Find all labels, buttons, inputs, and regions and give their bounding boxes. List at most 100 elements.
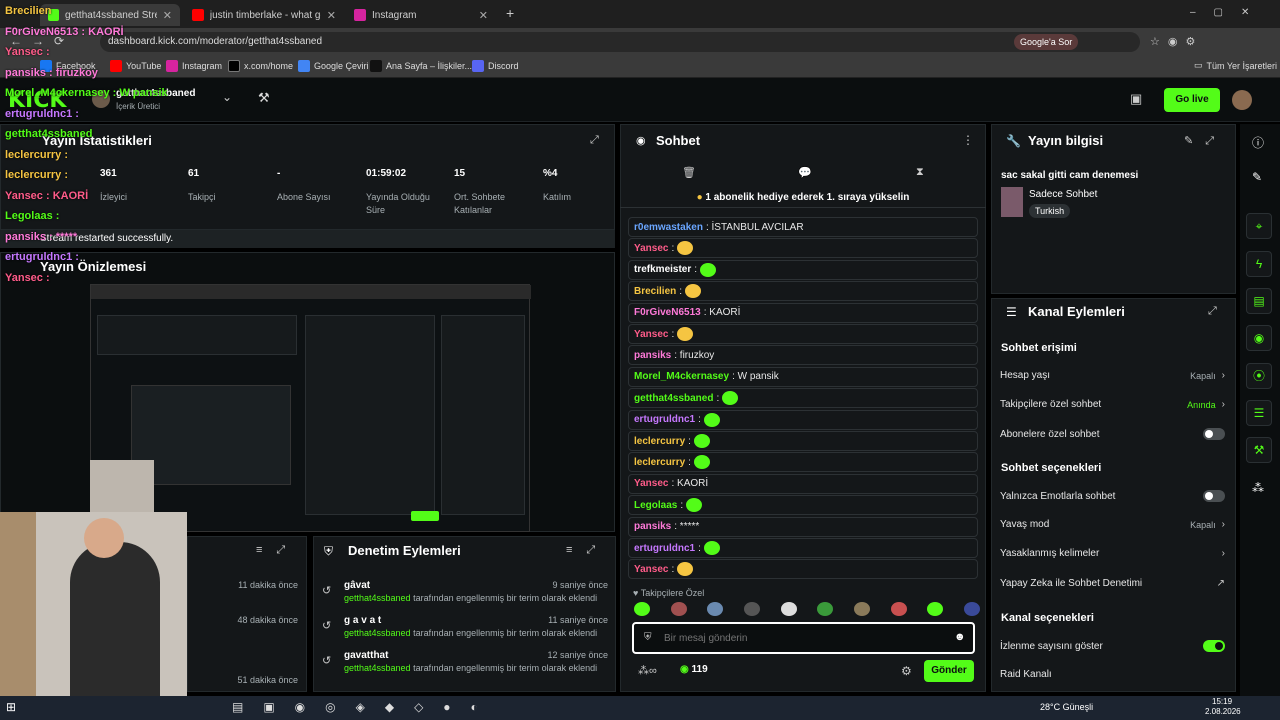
follower-chat-row[interactable]: Takipçilere özel sohbet Anında › (1000, 399, 1225, 410)
emote-icon[interactable] (707, 602, 724, 616)
bookmark-home[interactable]: Ana Sayfa – İlişkiler... (370, 60, 472, 72)
chat-message[interactable]: pansiks: ***** (628, 516, 978, 537)
settings-gear-icon[interactable]: ⚙ (901, 664, 912, 678)
chat-message[interactable]: Yansec: (628, 324, 978, 344)
undo-icon[interactable]: ↺ (322, 619, 331, 632)
tab-instagram[interactable]: Instagram ✕ (346, 4, 496, 26)
chat-username[interactable]: Yansec (634, 329, 668, 340)
chat-message[interactable]: ertugruldnc1: (628, 409, 978, 430)
doc-icon[interactable]: ▤ (1246, 288, 1272, 314)
raid-channel-row[interactable]: Raid Kanalı (1000, 669, 1225, 680)
bookmark-instagram[interactable]: Instagram (166, 60, 222, 72)
chat-username[interactable]: r0emwastaken (634, 222, 703, 233)
chat-message[interactable]: trefkmeister: (628, 259, 978, 280)
emote-only-toggle[interactable] (1203, 490, 1225, 502)
sidebar-tool-icon[interactable]: ⌖ (1246, 213, 1272, 239)
chevron-down-icon[interactable]: ⌄ (222, 90, 232, 104)
chat-username[interactable]: pansiks (634, 521, 671, 532)
chat-message[interactable]: Yansec: KAORİ (628, 473, 978, 494)
gift-promo-banner[interactable]: ● 1 abonelik hediye ederek 1. sıraya yük… (620, 188, 986, 208)
chat-message[interactable]: Yansec: (628, 559, 978, 580)
emote-icon[interactable] (963, 602, 980, 616)
bookmark-youtube[interactable]: YouTube (110, 60, 161, 72)
undo-icon[interactable]: ↺ (322, 584, 331, 597)
server-icon[interactable]: ☰ (1246, 400, 1272, 426)
chat-message[interactable]: leclercurry: (628, 452, 978, 473)
chat-message[interactable]: getthat4ssbaned: (628, 388, 978, 409)
hammer-icon[interactable]: ⚒ (258, 90, 270, 106)
sub-chat-toggle[interactable] (1203, 428, 1225, 440)
chat-username[interactable]: ertugruldnc1 (634, 414, 695, 425)
edit-icon[interactable]: ✎⤢ (1184, 134, 1226, 148)
info-icon[interactable]: ⓘ (1252, 134, 1264, 151)
infinity-icon[interactable]: ⁂∞ (638, 664, 657, 677)
all-bookmarks[interactable]: ▭ Tüm Yer İşaretleri (1194, 60, 1277, 71)
google-ask-button[interactable]: Google'a Sor (1014, 34, 1079, 50)
chat-username[interactable]: getthat4ssbaned (634, 393, 713, 404)
go-live-button[interactable]: Go live (1164, 88, 1220, 112)
chat-message[interactable]: Legolaas: (628, 495, 978, 516)
tab-youtube[interactable]: justin timberlake - what goes a✕ (184, 4, 344, 26)
expand-icon[interactable]: ⤢ (1208, 305, 1217, 318)
chat-message[interactable]: F0rGiveN6513: KAORİ (628, 302, 978, 323)
chat-username[interactable]: Legolaas (634, 500, 677, 511)
undo-icon[interactable]: ↺ (322, 654, 331, 667)
hourglass-icon[interactable]: ⧗ (916, 166, 924, 179)
chat-username[interactable]: Brecilien (634, 286, 676, 297)
chat-message[interactable]: r0emwastaken: İSTANBUL AVCILAR (628, 217, 978, 237)
close-tab-icon[interactable]: ✕ (327, 9, 336, 22)
send-button[interactable]: Gönder (924, 660, 974, 682)
filter-icon[interactable]: ≡⤢ (256, 544, 299, 557)
chat-message[interactable]: Morel_M4ckernasey: W pansik (628, 366, 978, 387)
pencil-icon[interactable]: ✎ (1252, 170, 1262, 184)
taskbar-apps[interactable]: ▤▣◉◎◈◆◇●◐ (232, 700, 542, 714)
slow-mode-row[interactable]: Yavaş mod Kapalı › (1000, 519, 1225, 530)
emote-icon[interactable] (670, 602, 687, 616)
chat-input-box[interactable]: ⛨ ☻ (632, 622, 975, 654)
start-icon[interactable]: ⊞ (6, 700, 16, 714)
chat-username[interactable]: ertugruldnc1 (634, 543, 695, 554)
filter-icon[interactable]: ≡⤢ (566, 544, 609, 557)
chat-icon[interactable]: 💬 (798, 166, 812, 179)
close-tab-icon[interactable]: ✕ (479, 9, 488, 22)
expand-icon[interactable]: ⤢ (590, 134, 599, 147)
studio-icon[interactable]: ▣ (1130, 91, 1142, 107)
emote-icon[interactable] (927, 602, 944, 616)
chat-message[interactable]: leclercurry: (628, 431, 978, 451)
chat-message-input[interactable] (664, 630, 934, 646)
url-input[interactable]: dashboard.kick.com/moderator/getthat4ssb… (100, 32, 1140, 52)
extensions-icon[interactable]: ☆◉⚙ (1150, 35, 1203, 48)
chat-username[interactable]: Yansec (634, 243, 668, 254)
ai-moderation-row[interactable]: Yapay Zeka ile Sohbet Denetimi ↗ (1000, 578, 1225, 589)
chat-message[interactable]: ertugruldnc1: (628, 538, 978, 558)
chat-username[interactable]: leclercurry (634, 457, 685, 468)
bookmark-translate[interactable]: Google Çeviri (298, 60, 369, 72)
chat-username[interactable]: F0rGiveN6513 (634, 307, 701, 318)
chat-icon[interactable]: ◉ (1246, 325, 1272, 351)
emote-icon[interactable] (817, 602, 834, 616)
chat-message[interactable]: Yansec: (628, 238, 978, 259)
emote-bar[interactable] (634, 602, 980, 620)
banned-words-row[interactable]: Yasaklanmış kelimeler › (1000, 548, 1225, 559)
apps-icon[interactable]: ⁂ (1252, 481, 1264, 495)
chat-username[interactable]: trefkmeister (634, 264, 691, 275)
emote-icon[interactable] (890, 602, 907, 616)
window-controls[interactable]: –▢✕ (1190, 7, 1267, 18)
more-icon[interactable]: ⋮ (962, 133, 974, 147)
points-display[interactable]: ◉ 119 (680, 664, 708, 675)
emote-icon[interactable] (780, 602, 797, 616)
emoji-icon[interactable]: ☻ (954, 631, 966, 643)
wrench-icon[interactable]: ⚒ (1246, 437, 1272, 463)
emote-icon[interactable] (853, 602, 870, 616)
chat-username[interactable]: Morel_M4ckernasey (634, 371, 729, 382)
broadcast-icon[interactable]: ⦿ (1246, 363, 1272, 389)
stream-preview-video[interactable] (90, 284, 531, 532)
emote-icon[interactable] (743, 602, 760, 616)
chat-username[interactable]: pansiks (634, 350, 671, 361)
emote-icon[interactable] (634, 602, 650, 616)
close-tab-icon[interactable]: ✕ (163, 9, 172, 22)
lightning-icon[interactable]: ϟ (1246, 251, 1272, 277)
weather-widget[interactable]: 28°C Güneşli (1040, 702, 1093, 712)
chat-username[interactable]: Yansec (634, 478, 668, 489)
chat-message[interactable]: pansiks: firuzkoy (628, 345, 978, 366)
